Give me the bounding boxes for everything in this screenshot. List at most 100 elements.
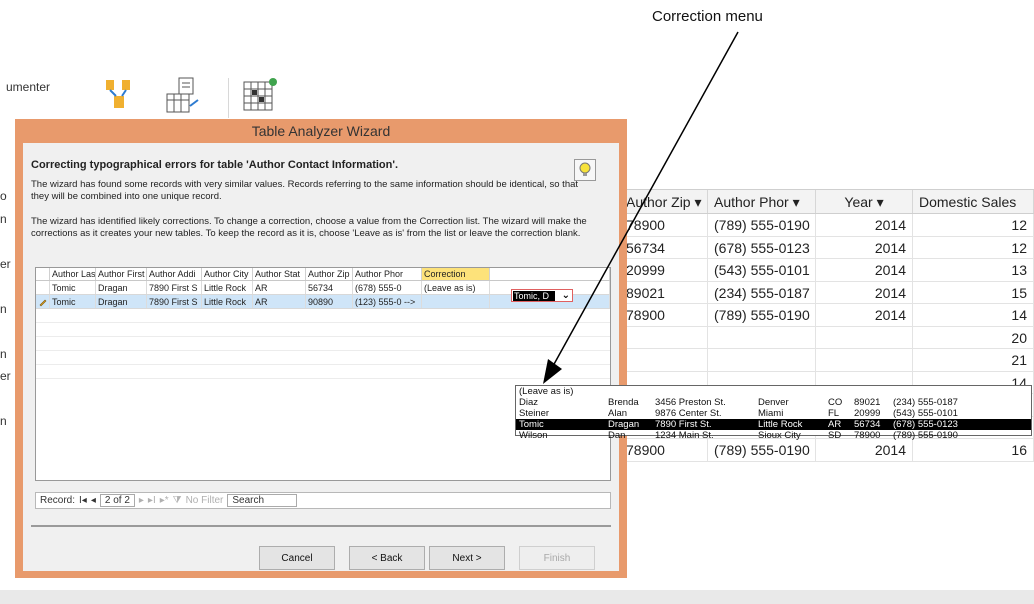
- cell-year[interactable]: 2014: [816, 439, 913, 461]
- cell-zip[interactable]: [620, 326, 708, 348]
- header-author-phone[interactable]: Author Phor: [353, 268, 422, 280]
- cell-zip[interactable]: 89021: [620, 281, 708, 303]
- cell-phone[interactable]: (678) 555-0: [353, 281, 422, 294]
- no-filter-button[interactable]: No Filter: [186, 495, 224, 506]
- cell-last[interactable]: Tomic: [50, 295, 96, 308]
- datasheet-row[interactable]: 89021 (234) 555-0187 2014 15: [620, 281, 1034, 304]
- cell-state[interactable]: AR: [253, 281, 306, 294]
- next-button[interactable]: Next >: [429, 546, 505, 570]
- search-field[interactable]: Search: [227, 494, 298, 507]
- cell-year[interactable]: 2014: [816, 236, 913, 258]
- column-year[interactable]: Year ▾: [816, 190, 913, 213]
- column-domestic-sales[interactable]: Domestic Sales: [913, 190, 1034, 213]
- finish-button[interactable]: Finish: [519, 546, 595, 570]
- cell-phone[interactable]: [708, 349, 816, 371]
- dropdown-leave-as-is[interactable]: (Leave as is): [516, 386, 1031, 397]
- next-record-button[interactable]: ▸: [139, 495, 144, 506]
- datasheet-row[interactable]: 78900 (789) 555-0190 2014 16: [620, 439, 1034, 462]
- record-position-field[interactable]: 2 of 2: [99, 494, 135, 507]
- datasheet-row[interactable]: 56734 (678) 555-0123 2014 12: [620, 236, 1034, 259]
- cell-domestic-sales[interactable]: 20: [913, 326, 1034, 348]
- cell-zip[interactable]: 78900: [620, 214, 708, 236]
- header-correction[interactable]: Correction: [422, 268, 490, 280]
- last-record-button[interactable]: ▸I: [148, 495, 156, 506]
- cell-phone[interactable]: (789) 555-0190: [708, 439, 816, 461]
- previous-record-button[interactable]: ◂: [91, 495, 96, 506]
- column-author-phone[interactable]: Author Phor ▾: [708, 190, 816, 213]
- cell-phone[interactable]: (543) 555-0101: [708, 259, 816, 281]
- back-button[interactable]: < Back: [349, 546, 425, 570]
- ribbon-documenter-label[interactable]: umenter: [6, 80, 50, 94]
- left-strip-text: n: [0, 211, 7, 226]
- column-author-zip[interactable]: Author Zip ▾: [620, 190, 708, 213]
- cell-phone[interactable]: [708, 326, 816, 348]
- header-author-zip[interactable]: Author Zip: [306, 268, 353, 280]
- header-author-last[interactable]: Author Last: [50, 268, 96, 280]
- datasheet-row[interactable]: 20999 (543) 555-0101 2014 13: [620, 259, 1034, 282]
- cell-address[interactable]: 7890 First S: [147, 281, 202, 294]
- left-strip-text: [0, 279, 14, 302]
- lightbulb-icon[interactable]: [574, 159, 596, 181]
- header-author-city[interactable]: Author City: [202, 268, 253, 280]
- dropdown-option[interactable]: Steiner Alan 9876 Center St. Miami FL 20999 (5…: [516, 408, 1031, 419]
- cell-domestic-sales[interactable]: 15: [913, 281, 1034, 303]
- datasheet-row[interactable]: 20: [620, 326, 1034, 349]
- dropdown-option[interactable]: Wilson Dan 1234 Main St. Sioux City SD 78900 (…: [516, 430, 1031, 441]
- cell-first[interactable]: Dragan: [96, 295, 147, 308]
- new-record-button[interactable]: ▸*: [160, 495, 169, 506]
- cell-address[interactable]: 7890 First S: [147, 295, 202, 308]
- cell-domestic-sales[interactable]: 13: [913, 259, 1034, 281]
- cell-last[interactable]: Tomic: [50, 281, 96, 294]
- database-tools-icon[interactable]: [240, 76, 280, 116]
- cell-year[interactable]: [816, 349, 913, 371]
- left-column-strip: o n er n n er n: [0, 189, 14, 489]
- cell-phone[interactable]: (789) 555-0190: [708, 214, 816, 236]
- cell-domestic-sales[interactable]: 12: [913, 214, 1034, 236]
- cell-year[interactable]: 2014: [816, 214, 913, 236]
- cell-zip[interactable]: 78900: [620, 439, 708, 461]
- correction-value[interactable]: Tomic, D: [513, 291, 555, 301]
- correction-combobox[interactable]: Tomic, D ⌄: [511, 289, 573, 302]
- cell-first[interactable]: Dragan: [96, 281, 147, 294]
- cell-domestic-sales[interactable]: 16: [913, 439, 1034, 461]
- relationships-icon[interactable]: [100, 76, 140, 116]
- left-strip-text: [0, 324, 14, 347]
- cell-phone[interactable]: (123) 555-0 -->: [353, 295, 422, 308]
- option-city: Denver: [758, 397, 789, 408]
- cell-zip[interactable]: 78900: [620, 304, 708, 326]
- cell-phone[interactable]: (678) 555-0123: [708, 236, 816, 258]
- cell-zip[interactable]: 56734: [306, 281, 353, 294]
- cell-zip[interactable]: 56734: [620, 236, 708, 258]
- cell-domestic-sales[interactable]: 21: [913, 349, 1034, 371]
- cell-year[interactable]: [816, 326, 913, 348]
- cell-year[interactable]: 2014: [816, 259, 913, 281]
- cell-domestic-sales[interactable]: 14: [913, 304, 1034, 326]
- cell-city[interactable]: Little Rock: [202, 281, 253, 294]
- cancel-button[interactable]: Cancel: [259, 546, 335, 570]
- chevron-down-icon[interactable]: ⌄: [562, 290, 570, 301]
- cell-phone[interactable]: (789) 555-0190: [708, 304, 816, 326]
- cell-year[interactable]: 2014: [816, 281, 913, 303]
- header-author-address[interactable]: Author Addi: [147, 268, 202, 280]
- correction-dropdown-list: (Leave as is) Diaz Brenda 3456 Preston St.…: [515, 385, 1032, 441]
- dropdown-option[interactable]: Diaz Brenda 3456 Preston St. Denver CO 89021 (…: [516, 397, 1031, 408]
- cell-zip[interactable]: [620, 349, 708, 371]
- table-analyzer-icon[interactable]: [163, 76, 203, 116]
- datasheet-row[interactable]: 78900 (789) 555-0190 2014 14: [620, 304, 1034, 327]
- option-city: Little Rock: [758, 419, 803, 430]
- first-record-button[interactable]: I◂: [79, 495, 87, 506]
- dropdown-option[interactable]: Tomic Dragan 7890 First St. Little Rock AR 56…: [516, 419, 1031, 430]
- datasheet-row[interactable]: 21: [620, 349, 1034, 372]
- cell-city[interactable]: Little Rock: [202, 295, 253, 308]
- header-author-state[interactable]: Author Stat: [253, 268, 306, 280]
- cell-zip[interactable]: 90890: [306, 295, 353, 308]
- cell-domestic-sales[interactable]: 12: [913, 236, 1034, 258]
- header-author-first[interactable]: Author First: [96, 268, 147, 280]
- cell-year[interactable]: 2014: [816, 304, 913, 326]
- row-selector[interactable]: [36, 281, 50, 294]
- cell-zip[interactable]: 20999: [620, 259, 708, 281]
- cell-state[interactable]: AR: [253, 295, 306, 308]
- cell-phone[interactable]: (234) 555-0187: [708, 281, 816, 303]
- datasheet-row[interactable]: 78900 (789) 555-0190 2014 12: [620, 214, 1034, 237]
- cell-correction[interactable]: (Leave as is): [422, 281, 490, 294]
